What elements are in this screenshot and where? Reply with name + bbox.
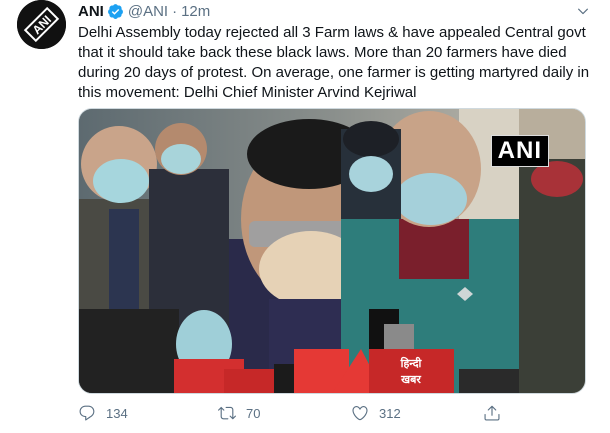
share-button[interactable]: [483, 404, 501, 422]
ani-logo-icon: ANI: [17, 0, 66, 49]
reply-button[interactable]: 134: [78, 404, 128, 422]
retweet-count: 70: [246, 405, 261, 421]
tweet-actions: 134 70 312: [78, 404, 598, 424]
mic-logo-text-2: खबर: [400, 373, 421, 386]
more-options-chevron-down-icon[interactable]: [576, 4, 590, 18]
like-count: 312: [379, 405, 401, 421]
ani-watermark: ANI: [490, 135, 549, 167]
separator-dot: ·: [172, 2, 178, 20]
author-handle[interactable]: @ANI: [128, 3, 168, 20]
retweet-icon: [218, 406, 236, 420]
author-name[interactable]: ANI: [78, 3, 104, 20]
verified-badge-icon: [107, 3, 124, 20]
reply-count: 134: [106, 405, 128, 421]
reply-icon: [79, 405, 95, 421]
like-button[interactable]: 312: [351, 404, 401, 422]
tweet-text: Delhi Assembly today rejected all 3 Farm…: [78, 24, 590, 101]
tweet-header: ANI @ANI · 12m: [78, 2, 210, 20]
heart-icon: [352, 406, 368, 421]
tweet-photo[interactable]: हिन्दी खबर ANI: [78, 108, 586, 394]
mic-logo-text-1: हिन्दी: [400, 356, 423, 370]
tweet-timestamp[interactable]: 12m: [181, 3, 210, 20]
retweet-button[interactable]: 70: [218, 404, 260, 422]
share-icon: [484, 405, 500, 421]
tweet[interactable]: ANI ANI @ANI · 12m Delhi Assembly today …: [0, 0, 610, 433]
author-avatar[interactable]: ANI: [17, 0, 66, 49]
